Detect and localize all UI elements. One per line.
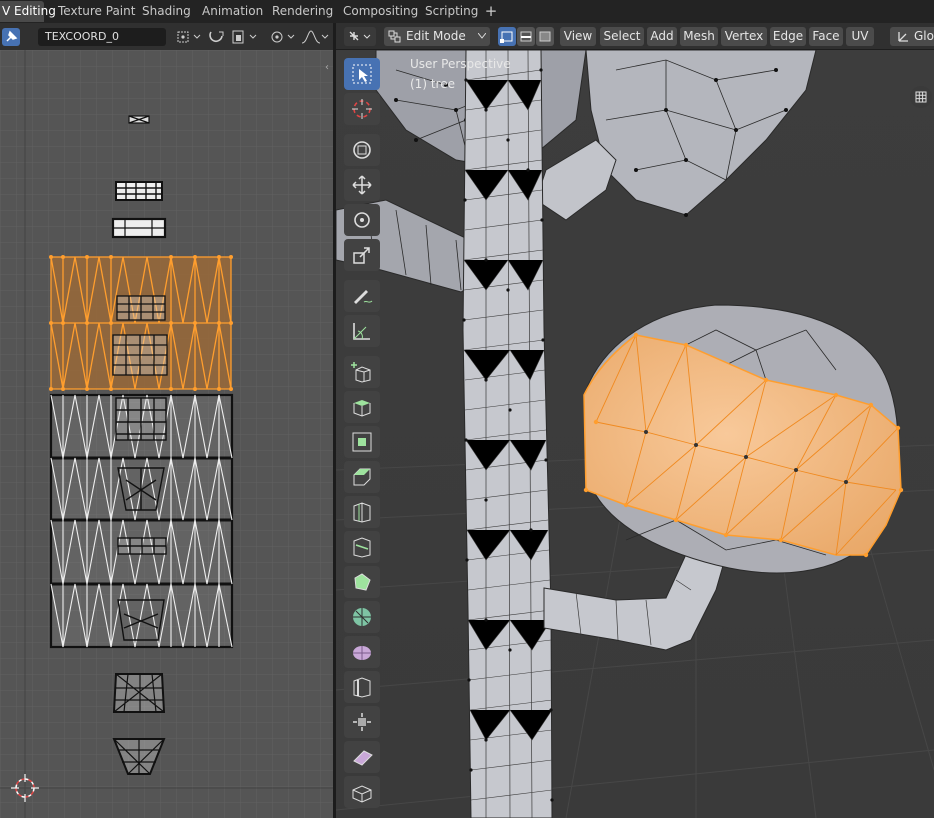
add-cube-tool[interactable] — [344, 356, 380, 388]
smooth-icon — [353, 646, 371, 660]
mesh-trunk — [462, 50, 554, 818]
move-tool[interactable] — [344, 134, 380, 166]
snap-icon[interactable] — [230, 28, 260, 46]
uv-selected-island — [49, 255, 233, 391]
smooth-tool[interactable] — [344, 636, 380, 668]
inset-tool[interactable] — [344, 426, 380, 458]
perspective-label: User Perspective — [410, 57, 511, 71]
loop-cut-tool[interactable] — [344, 496, 380, 528]
menu-uv[interactable]: UV — [846, 27, 874, 46]
spin-icon — [353, 608, 371, 626]
menu-add[interactable]: Add — [647, 27, 677, 46]
knife-icon — [353, 537, 371, 558]
viewport-canvas[interactable]: User Perspective (1) tree — [336, 50, 934, 818]
edge-select-mode-button[interactable] — [517, 27, 535, 46]
transform-orientation-dropdown[interactable]: Glo — [890, 27, 934, 46]
face-select-mode-button[interactable] — [536, 27, 554, 46]
spin-tool[interactable] — [344, 601, 380, 633]
bevel-tool[interactable] — [344, 461, 380, 493]
falloff-icon[interactable] — [300, 28, 330, 46]
tab-scripting[interactable]: Scripting — [419, 1, 479, 22]
tab-texture-paint[interactable]: Texture Paint — [52, 1, 135, 22]
menu-view[interactable]: View — [560, 27, 596, 46]
mode-dropdown[interactable]: Edit Mode — [384, 27, 490, 46]
menu-mesh[interactable]: Mesh — [680, 27, 718, 46]
menu-select[interactable]: Select — [600, 27, 644, 46]
rotate-tool[interactable] — [344, 204, 380, 236]
mode-label: Edit Mode — [406, 29, 466, 43]
knife-tool[interactable] — [344, 531, 380, 563]
uv-island — [115, 181, 163, 201]
tab-compositing[interactable]: Compositing — [337, 1, 418, 22]
uv-island — [128, 115, 150, 124]
vertex-select-mode-button[interactable] — [498, 27, 516, 46]
uv-island — [49, 393, 234, 649]
inset-icon — [352, 432, 372, 452]
scale-tool[interactable] — [344, 239, 380, 271]
object-label: (1) tree — [410, 77, 455, 91]
extrude-icon — [353, 400, 371, 417]
move-arrows-icon — [352, 175, 372, 195]
uv-canvas[interactable]: ‹ — [0, 50, 333, 818]
measure-icon — [353, 323, 370, 340]
pivot-icon[interactable] — [174, 28, 204, 46]
workspace-tab-bar: V Editing Texture Paint Shading Animatio… — [0, 0, 934, 23]
global-orientation-icon — [898, 32, 908, 42]
chevron-down-icon — [478, 33, 486, 39]
rip-icon — [352, 785, 372, 803]
grid-navigation-icon[interactable] — [910, 86, 932, 108]
poly-build-tool[interactable] — [344, 566, 380, 598]
edge-slide-icon — [353, 677, 371, 698]
sidebar-toggle-icon[interactable]: ‹ — [325, 62, 329, 73]
tab-rendering[interactable]: Rendering — [266, 1, 333, 22]
bevel-icon — [353, 468, 371, 486]
edge-slide-tool[interactable] — [344, 671, 380, 703]
uv-map-field[interactable]: TEXCOORD_0 — [38, 28, 166, 46]
scale-icon — [353, 247, 370, 264]
shrink-fatten-icon — [353, 713, 371, 731]
add-workspace-button[interactable]: + — [484, 1, 498, 21]
shear-icon — [353, 750, 373, 766]
annotate-icon — [354, 290, 373, 304]
extrude-tool[interactable] — [344, 391, 380, 423]
loop-cut-icon — [353, 502, 371, 523]
menu-vertex[interactable]: Vertex — [721, 27, 767, 46]
3d-viewport: Edit Mode View Select Add Mesh Vertex Ed… — [336, 23, 934, 818]
menu-edge[interactable]: Edge — [770, 27, 806, 46]
select-box-tool[interactable] — [344, 58, 380, 90]
tab-uv-editing[interactable]: V Editing — [0, 1, 56, 22]
orientation-label: Glo — [914, 29, 934, 43]
annotate-tool[interactable] — [344, 280, 380, 312]
object-interaction-icon[interactable] — [344, 27, 376, 46]
tab-animation[interactable]: Animation — [196, 1, 263, 22]
menu-face[interactable]: Face — [809, 27, 843, 46]
select-box-icon — [352, 64, 372, 84]
viewport-header: Edit Mode View Select Add Mesh Vertex Ed… — [336, 23, 934, 50]
translate-tool[interactable] — [344, 169, 380, 201]
pin-icon[interactable] — [2, 28, 20, 46]
add-cube-icon — [351, 362, 371, 383]
measure-tool[interactable] — [344, 315, 380, 347]
shrink-fatten-tool[interactable] — [344, 706, 380, 738]
cursor-tool[interactable] — [344, 93, 380, 125]
cursor-icon — [352, 99, 372, 119]
uv-island — [111, 217, 167, 239]
edit-mode-icon — [388, 30, 401, 43]
proportional-edit-icon[interactable] — [268, 28, 298, 46]
rip-tool[interactable] — [344, 776, 380, 808]
uv-island — [112, 673, 166, 713]
sticky-select-icon[interactable] — [206, 28, 228, 46]
tab-shading[interactable]: Shading — [136, 1, 192, 22]
shear-tool[interactable] — [344, 741, 380, 773]
poly-build-icon — [354, 573, 371, 591]
move-icon — [353, 141, 371, 159]
tool-shelf — [344, 58, 380, 818]
uv-editor-header: TEXCOORD_0 — [0, 23, 333, 51]
rotate-icon — [354, 212, 370, 228]
uv-editor: TEXCOORD_0 ‹ — [0, 23, 333, 818]
